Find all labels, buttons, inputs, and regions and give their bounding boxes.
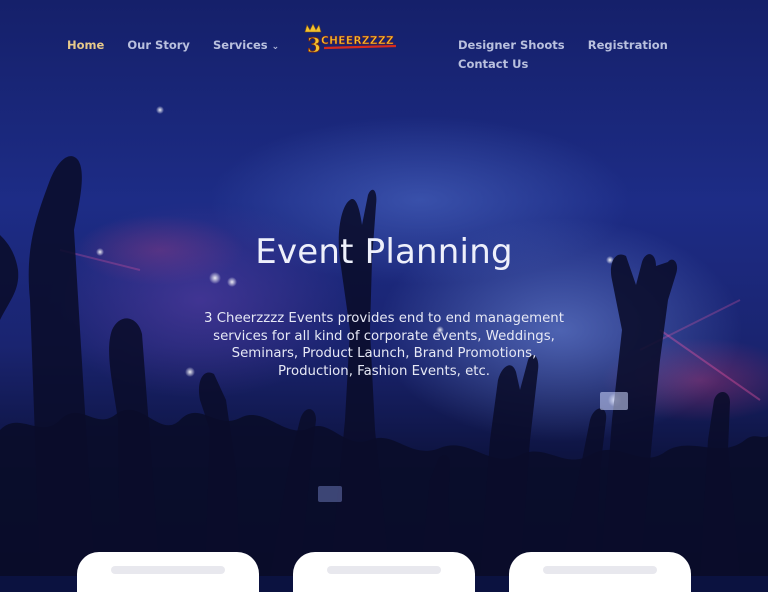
- site-logo[interactable]: 3 CHEERZZZZ: [302, 22, 400, 58]
- crown-icon: [304, 23, 322, 33]
- logo-graphic: 3 CHEERZZZZ: [304, 23, 397, 57]
- nav-services[interactable]: Services ⌄: [213, 38, 279, 52]
- card-content-placeholder: [111, 566, 225, 574]
- nav-designer-shoots[interactable]: Designer Shoots: [458, 38, 565, 52]
- nav-home[interactable]: Home: [67, 38, 104, 52]
- svg-text:CHEERZZZZ: CHEERZZZZ: [321, 35, 394, 47]
- slider-pagination: [362, 543, 429, 558]
- hero-description: 3 Cheerzzzz Events provides end to end m…: [204, 311, 564, 379]
- chevron-down-icon: ⌄: [271, 42, 280, 52]
- hero-background: [0, 0, 768, 576]
- svg-text:3: 3: [307, 33, 321, 57]
- nav-contact-us[interactable]: Contact Us: [458, 57, 528, 71]
- hero-title: Event Planning: [255, 232, 513, 272]
- service-card-2[interactable]: [293, 552, 475, 592]
- nav-registration[interactable]: Registration: [588, 38, 668, 52]
- service-card-3[interactable]: [509, 552, 691, 592]
- main-nav-right: Designer Shoots Registration Contact Us: [458, 34, 768, 71]
- nav-our-story[interactable]: Our Story: [127, 38, 190, 52]
- crowd-silhouette: [0, 106, 768, 576]
- service-card-1[interactable]: [77, 552, 259, 592]
- main-nav-left: Home Our Story Services ⌄: [67, 34, 297, 52]
- card-content-placeholder: [543, 566, 657, 574]
- nav-services-label: Services: [213, 38, 268, 52]
- card-content-placeholder: [327, 566, 441, 574]
